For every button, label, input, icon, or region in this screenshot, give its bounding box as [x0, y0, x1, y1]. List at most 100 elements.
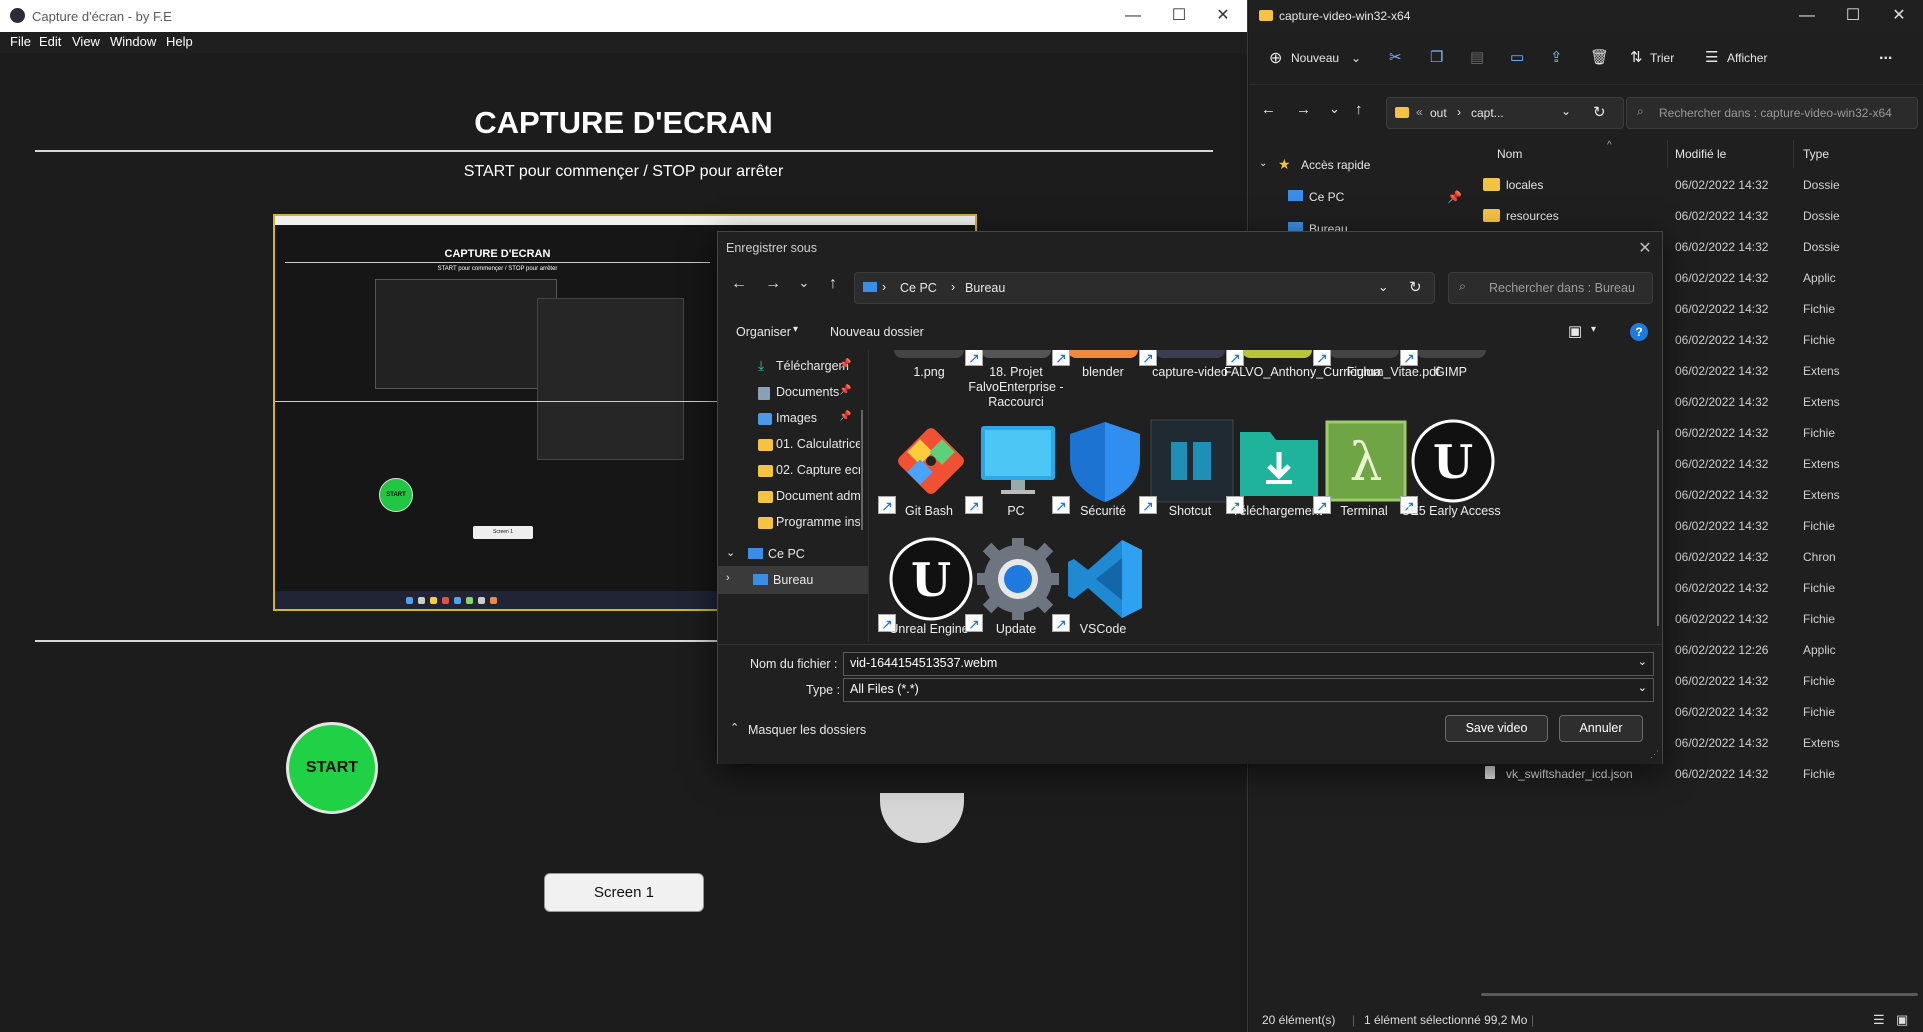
explorer-search-input[interactable]: ⌕ Rechercher dans : capture-video-win32-…: [1626, 97, 1918, 129]
hide-folders-toggle[interactable]: Masquer les dossiers: [748, 723, 866, 737]
dialog-address-bar[interactable]: › Ce PC › Bureau ⌄ ↻: [854, 272, 1435, 304]
up-icon[interactable]: ↑: [822, 275, 844, 297]
cancel-button[interactable]: Annuler: [1559, 715, 1643, 742]
rename-icon[interactable]: ▭: [1510, 48, 1524, 66]
column-modified[interactable]: Modifié le: [1675, 147, 1726, 161]
nav-item[interactable]: › Bureau: [718, 566, 868, 594]
row-modified: 06/02/2022 14:32: [1675, 612, 1769, 626]
table-row[interactable]: resources 06/02/2022 14:32 Dossie: [1465, 200, 1923, 231]
horizontal-scrollbar[interactable]: [1481, 993, 1918, 996]
svg-text:U: U: [911, 553, 951, 607]
explorer-title: capture-video-win32-x64: [1279, 9, 1411, 23]
sort-indicator-icon: ^: [1607, 140, 1612, 151]
explorer-maximize-button[interactable]: ☐: [1830, 0, 1876, 32]
nav-item-label: 01. Calculatrice: [776, 437, 860, 451]
tree-quick-access[interactable]: Accès rapide: [1301, 158, 1370, 172]
nav-item[interactable]: Documents 📌: [718, 378, 868, 406]
menu-help[interactable]: Help: [166, 34, 193, 49]
view-button[interactable]: Afficher: [1727, 51, 1767, 65]
refresh-icon[interactable]: ↻: [1409, 278, 1422, 296]
download-icon: ⤓: [758, 357, 765, 373]
chevron-right-icon[interactable]: ›: [726, 572, 730, 584]
nav-scrollbar[interactable]: [861, 410, 863, 530]
chevron-down-icon[interactable]: ⌄: [1259, 158, 1267, 169]
forward-icon[interactable]: →: [1296, 101, 1311, 118]
sort-button[interactable]: Trier: [1650, 51, 1674, 65]
copy-icon[interactable]: ❐: [1430, 48, 1443, 66]
cut-icon[interactable]: ✂: [1389, 48, 1402, 66]
organize-button[interactable]: Organiser: [736, 325, 791, 339]
forward-icon[interactable]: →: [762, 275, 784, 297]
resize-grip-icon[interactable]: ⋰: [1650, 749, 1659, 760]
recent-chevron-icon[interactable]: ⌄: [793, 275, 815, 297]
menu-edit[interactable]: Edit: [39, 34, 61, 49]
share-icon[interactable]: ⇪: [1550, 48, 1563, 66]
start-button[interactable]: START: [286, 722, 378, 814]
stop-button[interactable]: [880, 793, 964, 843]
selection-info: 1 élément sélectionné 99,2 Mo: [1364, 1013, 1528, 1027]
row-type: Fichie: [1803, 426, 1836, 440]
maximize-button[interactable]: ☐: [1156, 0, 1202, 32]
new-button[interactable]: Nouveau: [1291, 51, 1339, 65]
file-type-select[interactable]: All Files (*.*) ⌄: [843, 678, 1654, 702]
minimize-button[interactable]: —: [1110, 0, 1156, 32]
breadcrumb-out[interactable]: out: [1430, 106, 1447, 120]
help-icon[interactable]: ?: [1630, 323, 1648, 341]
chevron-down-icon[interactable]: ⌄: [1378, 279, 1388, 294]
chevron-down-icon[interactable]: ⌄: [1561, 104, 1571, 118]
file-grid-scrollbar[interactable]: [1657, 430, 1659, 626]
chevron-up-icon[interactable]: ⌃: [730, 721, 739, 734]
tiles-view-icon[interactable]: ▣: [1896, 1012, 1908, 1028]
menu-window[interactable]: Window: [110, 34, 156, 49]
row-modified: 06/02/2022 14:32: [1675, 581, 1769, 595]
chevron-down-icon[interactable]: ▾: [1591, 324, 1596, 335]
new-folder-button[interactable]: Nouveau dossier: [830, 325, 924, 339]
chevron-down-icon[interactable]: ⌄: [1638, 681, 1647, 694]
menu-file[interactable]: File: [10, 34, 31, 49]
close-button[interactable]: ✕: [1200, 0, 1246, 32]
row-type: Dossie: [1803, 209, 1840, 223]
breadcrumb-capt[interactable]: capt...: [1471, 106, 1504, 120]
breadcrumb-this-pc[interactable]: Ce PC: [900, 281, 937, 295]
chevron-down-icon[interactable]: ⌄: [1638, 655, 1647, 668]
folder-icon: [1483, 209, 1500, 222]
menu-bar: File Edit View Window Help: [0, 32, 1247, 53]
view-mode-icon[interactable]: ▣: [1568, 322, 1582, 340]
back-icon[interactable]: ←: [728, 275, 750, 297]
menu-view[interactable]: View: [72, 34, 100, 49]
table-row[interactable]: locales 06/02/2022 14:32 Dossie: [1465, 169, 1923, 200]
nav-item[interactable]: ⌄ Ce PC: [718, 540, 868, 568]
more-button[interactable]: ...: [1879, 46, 1892, 64]
nav-item[interactable]: ⤓ Téléchargem 📌: [718, 352, 868, 380]
app-title: Capture d'écran - by F.E: [32, 9, 172, 24]
paste-icon[interactable]: ▤: [1470, 48, 1484, 66]
back-icon[interactable]: ←: [1261, 101, 1276, 118]
nav-item[interactable]: 01. Calculatrice: [718, 430, 868, 458]
file-tile[interactable]: ↗ VSCode: [1050, 536, 1156, 642]
explorer-minimize-button[interactable]: —: [1784, 0, 1830, 32]
explorer-address-bar[interactable]: « out › capt... ⌄ ↻: [1386, 97, 1624, 129]
nav-item[interactable]: Document adm: [718, 482, 868, 510]
refresh-icon[interactable]: ↻: [1593, 103, 1606, 121]
save-button[interactable]: Save video: [1445, 715, 1548, 742]
filename-label: Nom du fichier :: [750, 657, 838, 671]
nav-item[interactable]: 02. Capture ecr: [718, 456, 868, 484]
filename-input[interactable]: vid-1644154513537.webm ⌄: [843, 652, 1654, 676]
screen-select-button[interactable]: Screen 1: [544, 873, 704, 912]
recent-chevron-icon[interactable]: ⌄: [1329, 101, 1340, 117]
nav-item[interactable]: Programme ins: [718, 508, 868, 536]
dialog-search-input[interactable]: ⌕ Rechercher dans : Bureau: [1448, 272, 1653, 304]
column-name[interactable]: Nom: [1497, 147, 1522, 161]
chevron-down-icon[interactable]: ⌄: [726, 546, 735, 559]
delete-icon[interactable]: 🗑: [1590, 48, 1609, 66]
dialog-close-button[interactable]: ✕: [1635, 238, 1655, 258]
up-icon[interactable]: ↑: [1355, 101, 1363, 118]
column-type[interactable]: Type: [1803, 147, 1829, 161]
breadcrumb-desktop[interactable]: Bureau: [965, 281, 1005, 295]
file-tile[interactable]: U ↗ UE5 Early Access: [1398, 418, 1504, 536]
nav-item[interactable]: Images 📌: [718, 404, 868, 432]
explorer-close-button[interactable]: ✕: [1876, 0, 1922, 32]
details-view-icon[interactable]: ☰: [1873, 1012, 1885, 1028]
type-label: Type :: [806, 683, 841, 697]
tree-this-pc[interactable]: Ce PC: [1309, 190, 1344, 204]
